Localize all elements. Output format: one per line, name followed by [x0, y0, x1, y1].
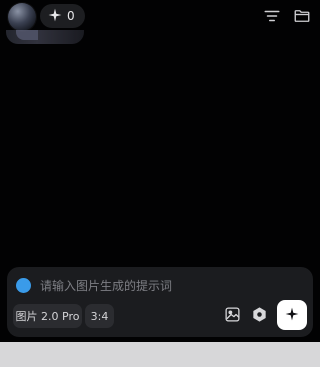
aspect-ratio-selector[interactable]: 3:4 — [85, 304, 114, 328]
image-upload-button[interactable] — [221, 305, 243, 327]
aspect-ratio-label: 3:4 — [90, 309, 109, 323]
status-dot — [16, 278, 31, 293]
filter-icon[interactable] — [262, 6, 282, 26]
prompt-input[interactable] — [40, 275, 300, 297]
model-label: 图片 2.0 Pro — [15, 310, 80, 323]
previous-image-card[interactable] — [6, 30, 84, 44]
generate-button[interactable] — [277, 300, 307, 330]
image-icon — [224, 306, 241, 327]
sparkle-icon — [48, 8, 62, 25]
avatar[interactable] — [8, 3, 36, 31]
prompt-composer: 图片 2.0 Pro 3:4 — [7, 267, 313, 337]
previous-image-thumbnail — [16, 30, 38, 40]
folder-icon[interactable] — [292, 6, 312, 26]
credits-pill[interactable]: 0 — [40, 4, 85, 28]
model-selector[interactable]: 图片 2.0 Pro — [13, 304, 82, 328]
app-screen: 0 图片 2.0 Pro 3:4 — [0, 0, 320, 342]
hexagon-settings-icon — [251, 306, 268, 327]
settings-button[interactable] — [248, 305, 270, 327]
bottom-strip — [0, 342, 320, 367]
credits-count: 0 — [67, 9, 75, 23]
sparkle-icon — [285, 306, 299, 325]
prompt-row — [7, 275, 313, 297]
